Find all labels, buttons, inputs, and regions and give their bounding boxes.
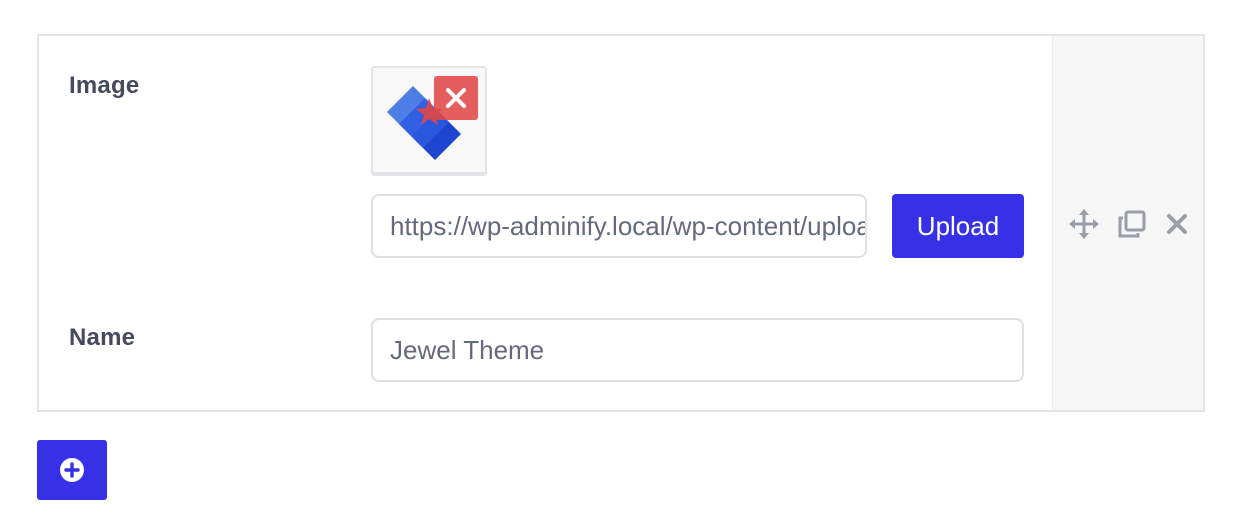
repeater-item-fields: Image https://wp-adminify.local/wp-conte… [39, 36, 1054, 410]
image-preview [371, 66, 487, 176]
upload-button[interactable]: Upload [892, 194, 1024, 258]
close-icon [446, 88, 466, 108]
name-field-label: Name [69, 324, 136, 351]
move-icon[interactable] [1068, 208, 1100, 240]
repeater-item-actions [1052, 36, 1203, 410]
add-item-button[interactable] [37, 440, 107, 500]
image-url-input[interactable]: https://wp-adminify.local/wp-content/upl… [371, 194, 867, 258]
plus-circle-icon [60, 458, 84, 482]
repeater-item: Image https://wp-adminify.local/wp-conte… [37, 34, 1205, 412]
close-icon[interactable] [1161, 208, 1193, 240]
clone-icon[interactable] [1116, 208, 1148, 240]
name-input[interactable]: Jewel Theme [371, 318, 1024, 382]
remove-image-button[interactable] [434, 76, 478, 120]
image-field-label: Image [69, 72, 140, 99]
